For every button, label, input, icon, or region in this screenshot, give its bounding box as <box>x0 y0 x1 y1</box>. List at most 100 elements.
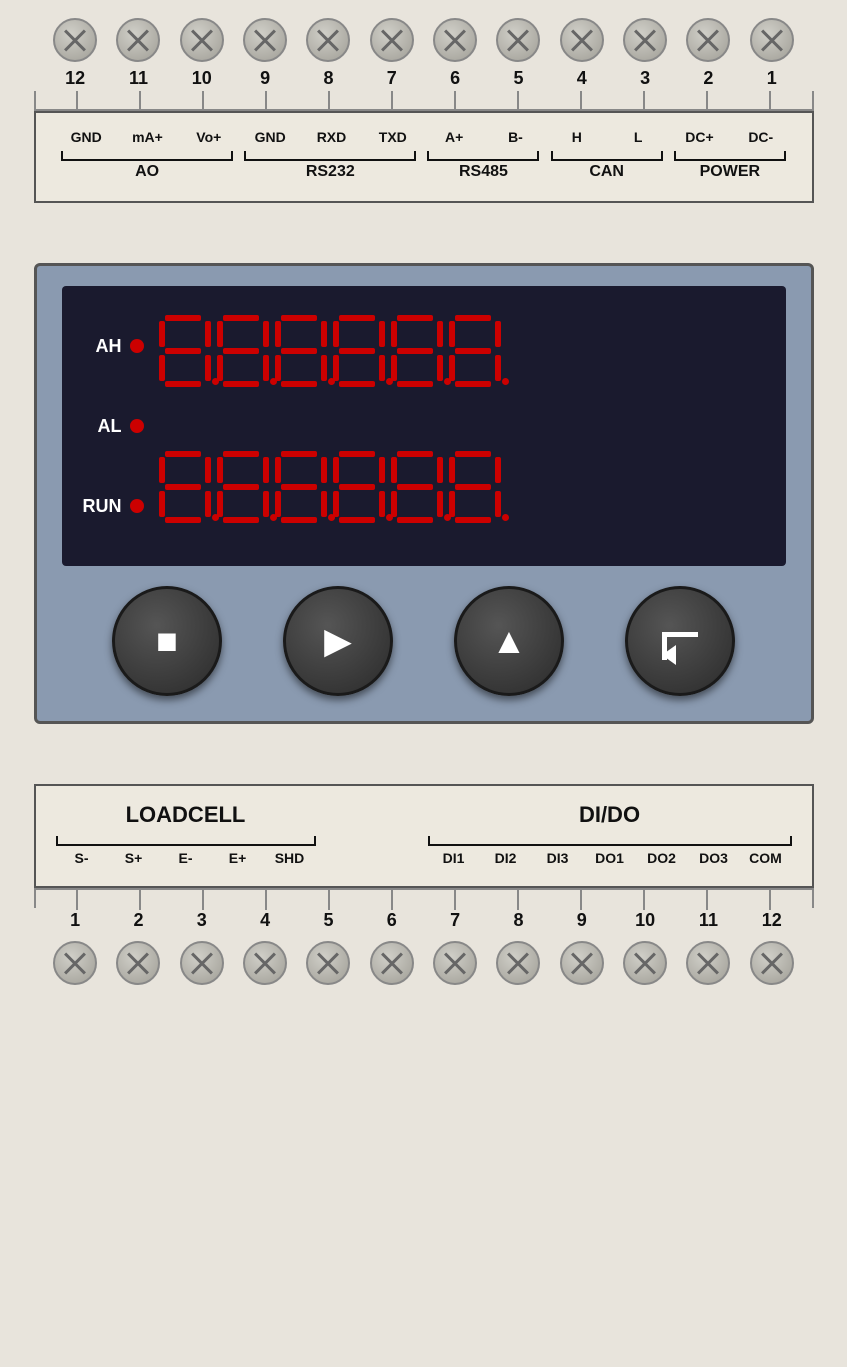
play-button-icon: ▶ <box>324 620 352 662</box>
loadcell-pin-label-s+: S+ <box>125 850 143 866</box>
dido-pin-com: COM <box>742 850 790 866</box>
dido-pin-label-di1: DI1 <box>443 850 465 866</box>
loadcell-pins-row: S-S+E-E+SHD <box>58 850 314 866</box>
dido-label: DI/DO <box>579 802 640 828</box>
seven-seg-digit <box>275 451 327 523</box>
stop-button[interactable]: ■ <box>112 586 222 696</box>
play-button[interactable]: ▶ <box>283 586 393 696</box>
bottom-conn-line-3 <box>265 890 267 910</box>
top-conn-line-1 <box>139 91 141 111</box>
top-interface-groups: AO RS232 RS485 CAN POWER <box>56 151 792 181</box>
pin-label-dc+: DC+ <box>679 129 719 145</box>
bottom-interface-panel: LOADCELLS-S+E-E+SHDDI/DODI1DI2DI3DO1DO2D… <box>34 784 814 888</box>
bottom-num-12: 12 <box>750 910 794 931</box>
seven-seg-digit <box>159 451 211 523</box>
top-conn-line-8 <box>580 91 582 111</box>
indicator-row-al: AL <box>77 386 144 466</box>
bottom-conn-line-7 <box>517 890 519 910</box>
bottom-groups-row: LOADCELLS-S+E-E+SHDDI/DODI1DI2DI3DO1DO2D… <box>56 802 792 866</box>
loadcell-pin-e-: E- <box>162 850 210 866</box>
bottom-num-8: 8 <box>496 910 540 931</box>
interface-group-ao: AO <box>61 151 233 181</box>
top-screw-11 <box>116 18 160 62</box>
enter-button[interactable] <box>625 586 735 696</box>
top-conn-line-4 <box>328 91 330 111</box>
bottom-conn-line-0 <box>76 890 78 910</box>
seven-seg-digit <box>449 315 501 387</box>
indicator-column: AH ALRUN <box>77 306 144 546</box>
indicator-row-ah: AH <box>77 306 144 386</box>
digit-row-0 <box>159 306 771 396</box>
top-terminal-numbers: 121110987654321 <box>34 66 814 91</box>
pin-label-gnd: GND <box>250 129 290 145</box>
indicator-dot-ah <box>130 339 144 353</box>
dido-pin-do1: DO1 <box>586 850 634 866</box>
bottom-screw-7 <box>433 941 477 985</box>
group-label-rs232: RS232 <box>306 163 355 181</box>
bottom-screw-5 <box>306 941 350 985</box>
bottom-conn-line-11 <box>769 890 771 910</box>
pin-label-b-: B- <box>495 129 535 145</box>
bottom-gap <box>34 724 814 784</box>
stop-button-icon: ■ <box>156 620 178 662</box>
bottom-conn-line-8 <box>580 890 582 910</box>
up-button[interactable]: ▲ <box>454 586 564 696</box>
top-conn-line-0 <box>76 91 78 111</box>
top-num-11: 11 <box>116 68 160 89</box>
dido-pin-label-di3: DI3 <box>547 850 569 866</box>
top-num-8: 8 <box>306 68 350 89</box>
pin-label-ma+: mA+ <box>127 129 167 145</box>
indicator-label-ah: AH <box>77 336 122 357</box>
dido-pin-di2: DI2 <box>482 850 530 866</box>
top-screw-7 <box>370 18 414 62</box>
top-screw-6 <box>433 18 477 62</box>
bottom-screw-1 <box>53 941 97 985</box>
bottom-conn-line-4 <box>328 890 330 910</box>
bottom-conn-line-6 <box>454 890 456 910</box>
pin-label-rxd: RXD <box>311 129 351 145</box>
bottom-num-3: 3 <box>180 910 224 931</box>
top-screw-3 <box>623 18 667 62</box>
loadcell-bracket <box>56 836 316 846</box>
seven-seg-digit <box>333 451 385 523</box>
interface-group-rs232: RS232 <box>244 151 416 181</box>
dido-pin-label-di2: DI2 <box>495 850 517 866</box>
up-button-icon: ▲ <box>491 620 527 662</box>
bottom-num-2: 2 <box>116 910 160 931</box>
dido-pins-row: DI1DI2DI3DO1DO2DO3COM <box>430 850 790 866</box>
group-label-rs485: RS485 <box>459 163 508 181</box>
seven-seg-digit <box>449 451 501 523</box>
seven-seg-digit <box>391 315 443 387</box>
top-terminal: 121110987654321 <box>34 10 814 111</box>
loadcell-pin-shd: SHD <box>266 850 314 866</box>
bottom-connector-lines <box>34 888 814 908</box>
bottom-num-11: 11 <box>686 910 730 931</box>
display-area: AH ALRUN <box>62 286 786 566</box>
dido-pin-label-do2: DO2 <box>647 850 676 866</box>
pin-label-txd: TXD <box>373 129 413 145</box>
indicator-dot-run <box>130 499 144 513</box>
bottom-screw-10 <box>623 941 667 985</box>
interface-group-power: POWER <box>674 151 786 181</box>
bottom-num-10: 10 <box>623 910 667 931</box>
bracket-rs232 <box>244 151 416 161</box>
bottom-screw-9 <box>560 941 604 985</box>
top-screw-9 <box>243 18 287 62</box>
top-num-4: 4 <box>560 68 604 89</box>
bottom-num-1: 1 <box>53 910 97 931</box>
top-conn-line-9 <box>643 91 645 111</box>
top-gap <box>34 203 814 263</box>
interface-group-can: CAN <box>551 151 663 181</box>
top-interface-panel: GNDmA+Vo+GNDRXDTXDA+B-HLDC+DC- AORS232RS… <box>34 111 814 203</box>
top-conn-line-2 <box>202 91 204 111</box>
bracket-can <box>551 151 663 161</box>
group-label-can: CAN <box>589 163 624 181</box>
bottom-conn-line-9 <box>643 890 645 910</box>
bottom-screw-6 <box>370 941 414 985</box>
bottom-conn-line-5 <box>391 890 393 910</box>
indicator-row-run: RUN <box>77 466 144 546</box>
seven-seg-digit <box>159 315 211 387</box>
indicator-dot-al <box>130 419 144 433</box>
bracket-power <box>674 151 786 161</box>
pin-label-a+: A+ <box>434 129 474 145</box>
